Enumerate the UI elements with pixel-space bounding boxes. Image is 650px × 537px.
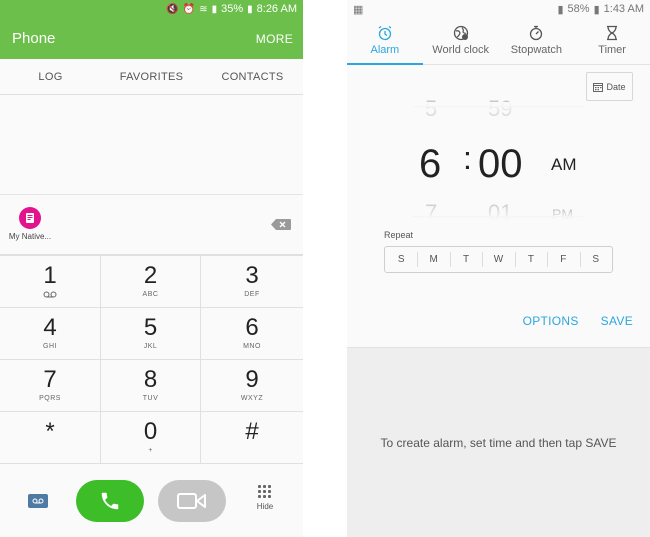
- mute-icon: 🔇: [166, 3, 179, 15]
- globe-icon: [453, 24, 469, 41]
- battery-icon: ▮: [593, 3, 600, 16]
- key-2[interactable]: 2 ABC: [101, 256, 201, 308]
- key-digit: 4: [43, 313, 57, 341]
- backspace-icon[interactable]: [271, 219, 291, 230]
- signal-icon: ▮: [557, 3, 564, 16]
- page-title: Phone: [12, 30, 56, 47]
- app-bar: Phone MORE: [0, 18, 303, 59]
- key-3[interactable]: 3 DEF: [201, 256, 303, 308]
- phone-tabs: LOG FAVORITES CONTACTS: [0, 59, 303, 95]
- status-bar: 🔇 ⏰ ≋ ▮ 35% ▮ 8:26 AM: [0, 0, 303, 18]
- tab-timer[interactable]: Timer: [574, 18, 650, 64]
- key-letters: MNO: [243, 342, 261, 350]
- key-letters: PQRS: [39, 394, 61, 402]
- voicemail-icon: [32, 498, 44, 504]
- key-digit: 5: [143, 313, 158, 341]
- clock-tabs: Alarm World clock Stopwatch Timer: [347, 18, 650, 65]
- dialer-actions: Hide: [0, 465, 303, 537]
- date-label: Date: [606, 81, 626, 92]
- key-digit: 9: [245, 365, 259, 393]
- key-letters: WXYZ: [240, 394, 264, 402]
- voicemail-icon: [43, 291, 57, 300]
- key-digit: #: [245, 417, 259, 445]
- video-call-button[interactable]: [158, 480, 226, 522]
- video-camera-icon: [177, 493, 206, 509]
- number-input-area: My Native...: [0, 195, 303, 255]
- contact-app-icon: [19, 207, 41, 229]
- key-digit: 8: [143, 365, 158, 393]
- calendar-icon: [593, 82, 604, 92]
- key-hash[interactable]: #: [201, 412, 303, 464]
- key-letters: GHI: [43, 342, 57, 350]
- key-5[interactable]: 5 JKL: [101, 308, 201, 360]
- tab-log[interactable]: LOG: [0, 59, 101, 94]
- call-button[interactable]: [76, 480, 144, 522]
- suggestion-area: [0, 95, 303, 195]
- key-8[interactable]: 8 TUV: [101, 360, 201, 412]
- tab-stopwatch[interactable]: Stopwatch: [499, 18, 575, 64]
- phone-icon: [101, 492, 119, 510]
- hide-label: Hide: [256, 502, 274, 511]
- hide-keypad-button[interactable]: Hide: [250, 485, 280, 511]
- hourglass-icon: [605, 24, 619, 41]
- voicemail-button[interactable]: [28, 494, 48, 508]
- key-7[interactable]: 7 PQRS: [0, 360, 101, 412]
- notification-icon: ▦: [353, 3, 364, 16]
- status-time: 8:26 AM: [256, 3, 297, 15]
- battery-icon: ▮: [247, 3, 253, 15]
- key-digit: 2: [143, 261, 158, 289]
- key-letters: +: [148, 446, 153, 454]
- tab-world-clock[interactable]: World clock: [423, 18, 499, 64]
- tab-contacts[interactable]: CONTACTS: [202, 59, 303, 94]
- signal-icon: ▮: [211, 3, 218, 15]
- shortcut-app-label: My Native...: [8, 232, 52, 241]
- date-button[interactable]: Date: [586, 72, 633, 101]
- more-button[interactable]: MORE: [256, 32, 293, 46]
- alarm-clock-icon: [377, 24, 393, 41]
- key-4[interactable]: 4 GHI: [0, 308, 101, 360]
- key-letters: ABC: [142, 290, 159, 298]
- key-letters: DEF: [244, 290, 260, 298]
- alarm-icon: ⏰: [182, 3, 196, 15]
- key-letters: TUV: [142, 394, 159, 402]
- phone-app-screen: 🔇 ⏰ ≋ ▮ 35% ▮ 8:26 AM Phone MORE LOG FAV…: [0, 0, 303, 537]
- shortcut-app[interactable]: My Native...: [5, 207, 55, 241]
- key-9[interactable]: 9 WXYZ: [201, 360, 303, 412]
- stopwatch-icon: [528, 24, 544, 41]
- keypad-icon: [258, 485, 272, 499]
- status-time: 1:43 AM: [603, 3, 644, 15]
- tab-label: Alarm: [370, 44, 400, 56]
- key-6[interactable]: 6 MNO: [201, 308, 303, 360]
- key-star[interactable]: *: [0, 412, 101, 464]
- key-digit: 1: [43, 261, 57, 289]
- key-letters: JKL: [143, 342, 158, 350]
- status-bar: ▦ ▮ 58% ▮ 1:43 AM: [347, 0, 650, 18]
- battery-level: 58%: [567, 3, 590, 15]
- tab-alarm[interactable]: Alarm: [347, 18, 423, 64]
- dial-keypad: 1 2 ABC 3 DEF 4 GHI 5 JKL 6 MNO 7 PQRS 8: [0, 255, 303, 464]
- key-0[interactable]: 0 +: [101, 412, 201, 464]
- battery-level: 35%: [221, 3, 244, 15]
- tab-label: Stopwatch: [510, 44, 563, 56]
- key-digit: 7: [43, 365, 57, 393]
- key-digit: 3: [245, 261, 259, 289]
- tab-label: World clock: [432, 44, 489, 56]
- key-digit: 6: [245, 313, 259, 341]
- tab-label: Timer: [598, 44, 626, 56]
- wifi-icon: ≋: [199, 3, 208, 15]
- key-1[interactable]: 1: [0, 256, 101, 308]
- key-digit: 0: [143, 417, 158, 445]
- tab-favorites[interactable]: FAVORITES: [101, 59, 202, 94]
- key-digit: *: [45, 417, 55, 445]
